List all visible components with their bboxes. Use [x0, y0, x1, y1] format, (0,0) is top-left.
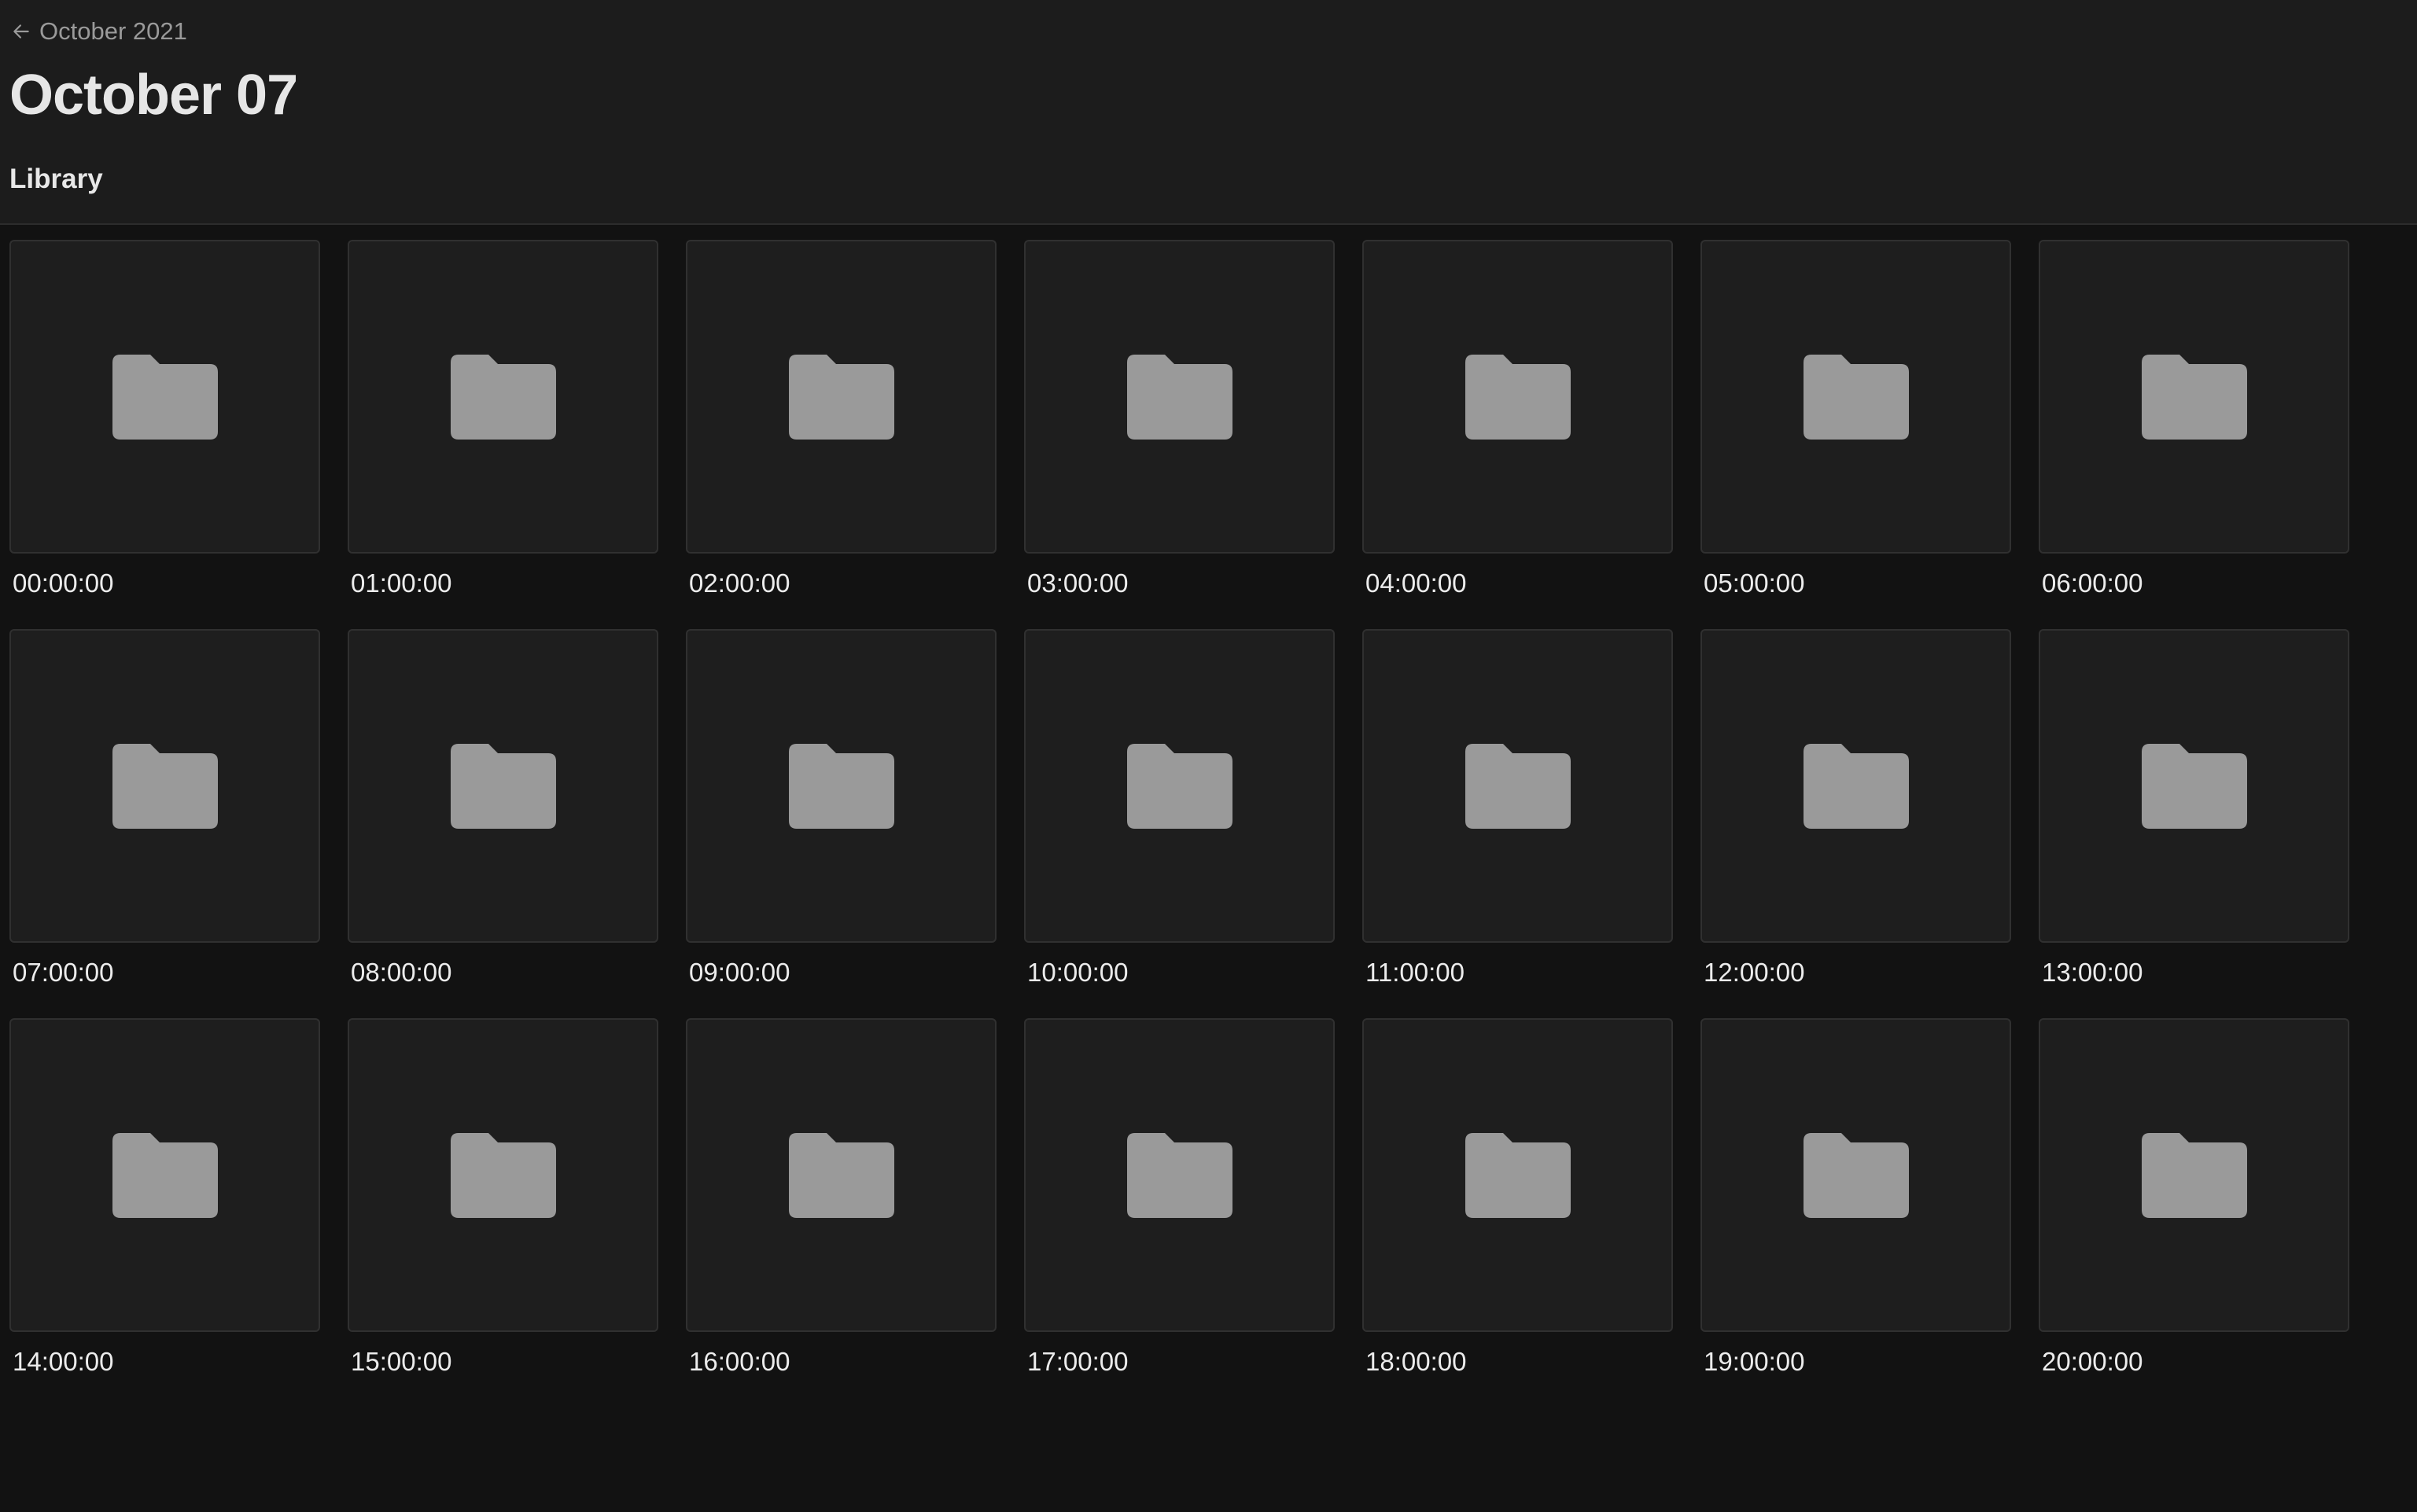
- folder-label: 11:00:00: [1365, 958, 1465, 987]
- arrow-left-icon: [13, 24, 29, 39]
- folder-thumbnail[interactable]: [1700, 629, 2011, 943]
- folder-thumbnail[interactable]: [1700, 240, 2011, 554]
- folder-label: 05:00:00: [1704, 568, 1805, 598]
- folder-icon: [450, 354, 556, 440]
- folder-label: 16:00:00: [689, 1347, 790, 1376]
- folder-label: 07:00:00: [13, 958, 114, 987]
- folder-icon: [112, 354, 218, 440]
- folder-tile[interactable]: 07:00:00: [9, 629, 320, 988]
- folder-tile[interactable]: 02:00:00: [686, 240, 997, 599]
- folder-thumbnail[interactable]: [348, 240, 658, 554]
- folder-thumbnail[interactable]: [2039, 240, 2349, 554]
- folder-label: 20:00:00: [2042, 1347, 2143, 1376]
- folder-thumbnail[interactable]: [1024, 629, 1335, 943]
- folder-label: 10:00:00: [1027, 958, 1129, 987]
- folder-thumbnail[interactable]: [686, 240, 997, 554]
- folder-tile[interactable]: 15:00:00: [348, 1018, 658, 1378]
- folder-label: 04:00:00: [1365, 568, 1467, 598]
- folder-tile[interactable]: 12:00:00: [1700, 629, 2011, 988]
- folder-thumbnail[interactable]: [1362, 629, 1673, 943]
- folder-thumbnail[interactable]: [2039, 629, 2349, 943]
- folder-label: 00:00:00: [13, 568, 114, 598]
- folder-thumbnail[interactable]: [686, 1018, 997, 1332]
- folder-icon: [1465, 743, 1571, 829]
- folder-icon: [2141, 1132, 2247, 1218]
- folder-icon: [1803, 743, 1909, 829]
- folder-icon: [788, 1132, 894, 1218]
- folder-tile[interactable]: 10:00:00: [1024, 629, 1335, 988]
- folder-label: 17:00:00: [1027, 1347, 1129, 1376]
- folder-icon: [1803, 354, 1909, 440]
- folder-tile[interactable]: 00:00:00: [9, 240, 320, 599]
- folder-tile[interactable]: 03:00:00: [1024, 240, 1335, 599]
- folder-tile[interactable]: 20:00:00: [2039, 1018, 2349, 1378]
- folder-label: 18:00:00: [1365, 1347, 1467, 1376]
- folder-tile[interactable]: 16:00:00: [686, 1018, 997, 1378]
- folder-icon: [1126, 743, 1232, 829]
- folder-icon: [1126, 1132, 1232, 1218]
- folder-grid: 00:00:00 01:00:00 02:00:00 03:00:00 04:00:00…: [9, 240, 2349, 1378]
- folder-thumbnail[interactable]: [1362, 240, 1673, 554]
- folder-label: 13:00:00: [2042, 958, 2143, 987]
- folder-tile[interactable]: 11:00:00: [1362, 629, 1673, 988]
- folder-label: 15:00:00: [351, 1347, 452, 1376]
- folder-label: 08:00:00: [351, 958, 452, 987]
- folder-icon: [450, 1132, 556, 1218]
- folder-label: 02:00:00: [689, 568, 790, 598]
- folder-tile[interactable]: 19:00:00: [1700, 1018, 2011, 1378]
- folder-label: 03:00:00: [1027, 568, 1129, 598]
- back-link[interactable]: October 2021: [11, 17, 187, 46]
- folder-icon: [1126, 354, 1232, 440]
- folder-icon: [2141, 354, 2247, 440]
- page-title: October 07: [9, 64, 298, 127]
- folder-tile[interactable]: 08:00:00: [348, 629, 658, 988]
- folder-icon: [2141, 743, 2247, 829]
- folder-thumbnail[interactable]: [348, 1018, 658, 1332]
- folder-thumbnail[interactable]: [1024, 240, 1335, 554]
- back-link-label: October 2021: [39, 17, 187, 45]
- page-header: October 2021 October 07 Library: [0, 0, 2417, 225]
- tab-library[interactable]: Library: [9, 164, 103, 195]
- folder-tile[interactable]: 13:00:00: [2039, 629, 2349, 988]
- folder-thumbnail[interactable]: [1700, 1018, 2011, 1332]
- folder-tile[interactable]: 01:00:00: [348, 240, 658, 599]
- folder-thumbnail[interactable]: [9, 240, 320, 554]
- folder-tile[interactable]: 04:00:00: [1362, 240, 1673, 599]
- folder-tile[interactable]: 17:00:00: [1024, 1018, 1335, 1378]
- folder-label: 01:00:00: [351, 568, 452, 598]
- folder-label: 09:00:00: [689, 958, 790, 987]
- folder-icon: [112, 1132, 218, 1218]
- folder-thumbnail[interactable]: [1024, 1018, 1335, 1332]
- folder-icon: [1803, 1132, 1909, 1218]
- folder-thumbnail[interactable]: [9, 629, 320, 943]
- folder-thumbnail[interactable]: [686, 629, 997, 943]
- folder-thumbnail[interactable]: [1362, 1018, 1673, 1332]
- folder-icon: [1465, 1132, 1571, 1218]
- folder-icon: [788, 354, 894, 440]
- folder-icon: [112, 743, 218, 829]
- folder-label: 14:00:00: [13, 1347, 114, 1376]
- folder-icon: [788, 743, 894, 829]
- folder-tile[interactable]: 18:00:00: [1362, 1018, 1673, 1378]
- folder-thumbnail[interactable]: [2039, 1018, 2349, 1332]
- folder-thumbnail[interactable]: [348, 629, 658, 943]
- folder-tile[interactable]: 09:00:00: [686, 629, 997, 988]
- folder-label: 06:00:00: [2042, 568, 2143, 598]
- folder-label: 12:00:00: [1704, 958, 1805, 987]
- folder-icon: [450, 743, 556, 829]
- folder-tile[interactable]: 14:00:00: [9, 1018, 320, 1378]
- folder-thumbnail[interactable]: [9, 1018, 320, 1332]
- folder-icon: [1465, 354, 1571, 440]
- folder-tile[interactable]: 06:00:00: [2039, 240, 2349, 599]
- folder-tile[interactable]: 05:00:00: [1700, 240, 2011, 599]
- folder-label: 19:00:00: [1704, 1347, 1805, 1376]
